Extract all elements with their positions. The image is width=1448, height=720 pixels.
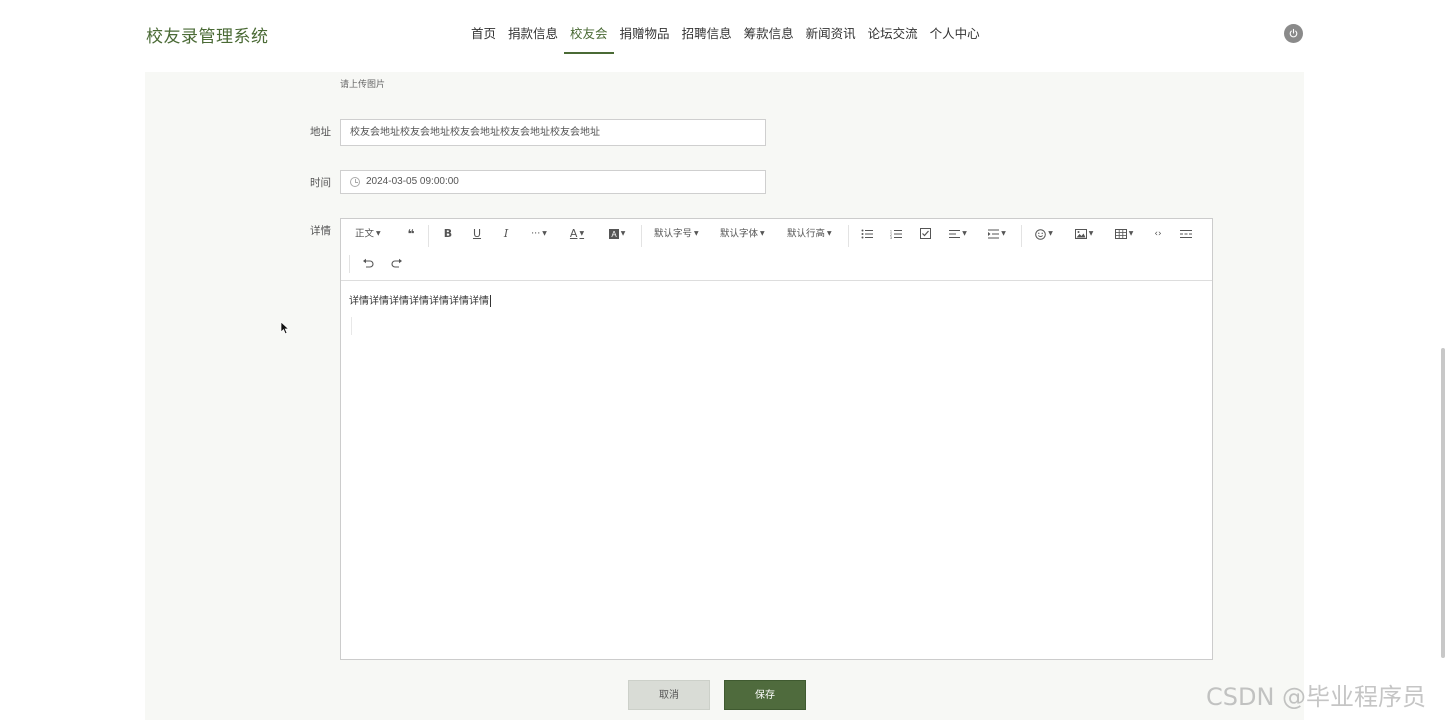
- watermark: CSDN @毕业程序员: [1206, 683, 1427, 711]
- page-scrollbar[interactable]: [1441, 348, 1445, 658]
- image-icon[interactable]: ▼: [1073, 224, 1095, 244]
- nav-item-news[interactable]: 新闻资讯: [800, 0, 862, 68]
- italic-icon[interactable]: I: [500, 224, 512, 244]
- toolbar-divider: [428, 225, 429, 247]
- toolbar-divider: [349, 255, 350, 273]
- app-title: 校友录管理系统: [146, 27, 269, 47]
- text-cursor: [490, 295, 491, 307]
- paragraph-style-label: 正文: [355, 228, 375, 240]
- nav-item-fundraising[interactable]: 筹款信息: [738, 0, 800, 68]
- bold-icon[interactable]: B: [442, 224, 454, 244]
- nav-item-home[interactable]: 首页: [465, 0, 502, 68]
- page: 校友录管理系统 首页 捐款信息 校友会 捐赠物品 招聘信息 筹款信息 新闻资讯 …: [0, 0, 1448, 720]
- code-icon[interactable]: ‹›: [1151, 224, 1165, 244]
- nav-item-profile[interactable]: 个人中心: [924, 0, 986, 68]
- address-value: 校友会地址校友会地址校友会地址校友会地址校友会地址: [350, 127, 600, 138]
- font-family-label: 默认字体: [720, 228, 759, 240]
- font-color-icon[interactable]: A ▼: [567, 224, 587, 244]
- time-label: 时间: [310, 177, 331, 189]
- font-family-dropdown[interactable]: 默认字体 ▼: [720, 224, 765, 244]
- save-button[interactable]: 保存: [724, 680, 806, 710]
- nav-item-forum[interactable]: 论坛交流: [862, 0, 924, 68]
- nav-item-donated-items[interactable]: 捐赠物品: [614, 0, 676, 68]
- bulleted-list-icon[interactable]: [860, 224, 874, 244]
- checklist-icon[interactable]: [918, 224, 932, 244]
- nav-item-recruitment[interactable]: 招聘信息: [676, 0, 738, 68]
- details-label: 详情: [310, 225, 331, 237]
- numbered-list-icon[interactable]: 123: [889, 224, 903, 244]
- line-height-label: 默认行高: [787, 228, 826, 240]
- paragraph-style-dropdown[interactable]: 正文 ▼: [355, 224, 381, 244]
- font-size-dropdown[interactable]: 默认字号 ▼: [654, 224, 699, 244]
- emoji-icon[interactable]: ▼: [1033, 224, 1055, 244]
- svg-text:A: A: [611, 230, 617, 239]
- upload-hint: 请上传图片: [340, 80, 386, 90]
- quote-icon[interactable]: ❝: [404, 224, 418, 244]
- top-header: 校友录管理系统 首页 捐款信息 校友会 捐赠物品 招聘信息 筹款信息 新闻资讯 …: [0, 0, 1448, 68]
- time-picker-input[interactable]: 2024-03-05 09:00:00: [340, 170, 766, 194]
- background-color-icon[interactable]: A ▼: [606, 224, 628, 244]
- clock-icon: [350, 177, 360, 187]
- editor-content-area[interactable]: 详情详情详情详情详情详情详情: [341, 281, 1212, 659]
- power-icon: [1289, 28, 1298, 38]
- rich-text-editor: 正文 ▼ ❝ B U I ··· ▼ A ▼ A ▼ 默认字号 ▼ 默认字体 ▼ 默认行高 ▼…: [340, 218, 1213, 660]
- table-icon[interactable]: ▼: [1113, 224, 1135, 244]
- line-height-dropdown[interactable]: 默认行高 ▼: [787, 224, 832, 244]
- divider-line-icon[interactable]: [1179, 224, 1193, 244]
- editor-text: 详情详情详情详情详情详情详情: [349, 296, 489, 307]
- toolbar-divider: [848, 225, 849, 247]
- underline-icon[interactable]: U: [471, 224, 483, 244]
- highlight-icon: A: [608, 229, 619, 239]
- indent-icon[interactable]: ▼: [986, 224, 1008, 244]
- logout-button[interactable]: [1284, 24, 1303, 43]
- mouse-pointer-icon: [280, 321, 290, 335]
- address-label: 地址: [310, 126, 331, 138]
- svg-text:3: 3: [890, 236, 892, 239]
- toolbar-divider: [1021, 225, 1022, 247]
- undo-icon[interactable]: [361, 254, 375, 274]
- font-size-label: 默认字号: [654, 228, 693, 240]
- align-icon[interactable]: ▼: [947, 224, 969, 244]
- editor-guide-line: [351, 317, 352, 335]
- nav-item-donations[interactable]: 捐款信息: [502, 0, 564, 68]
- editor-toolbar: 正文 ▼ ❝ B U I ··· ▼ A ▼ A ▼ 默认字号 ▼ 默认字体 ▼ 默认行高 ▼…: [341, 219, 1212, 281]
- toolbar-divider: [641, 225, 642, 247]
- more-style-icon[interactable]: ··· ▼: [528, 224, 550, 244]
- main-nav: 首页 捐款信息 校友会 捐赠物品 招聘信息 筹款信息 新闻资讯 论坛交流 个人中…: [465, 0, 986, 68]
- time-value: 2024-03-05 09:00:00: [366, 176, 459, 187]
- cancel-button[interactable]: 取消: [628, 680, 710, 710]
- address-input[interactable]: 校友会地址校友会地址校友会地址校友会地址校友会地址: [340, 119, 766, 146]
- nav-item-alumni-association[interactable]: 校友会: [564, 0, 614, 68]
- redo-icon[interactable]: [390, 254, 404, 274]
